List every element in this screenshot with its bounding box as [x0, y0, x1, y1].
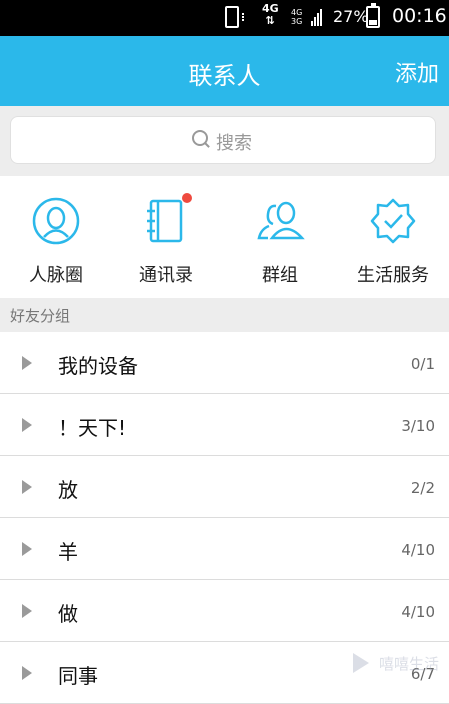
- list-item[interactable]: 我的设备 0/1: [0, 332, 449, 394]
- add-button[interactable]: 添加: [395, 56, 439, 88]
- list-item[interactable]: 做 4/10: [0, 580, 449, 642]
- clock: 00:16: [392, 5, 447, 27]
- list-item[interactable]: 放 2/2: [0, 456, 449, 518]
- expand-arrow-icon: [22, 604, 32, 618]
- search-placeholder: 搜索: [216, 133, 252, 154]
- expand-arrow-icon: [22, 542, 32, 556]
- contacts-circle-icon: [32, 197, 80, 245]
- feature-group[interactable]: 群组: [224, 176, 336, 298]
- feature-life-service[interactable]: 生活服务: [337, 176, 449, 298]
- search-input[interactable]: 搜索: [10, 116, 436, 164]
- group-count: 3/10: [401, 417, 435, 435]
- list-item[interactable]: ！天下! 3/10: [0, 394, 449, 456]
- group-count: 0/1: [410, 355, 435, 373]
- network-indicator: 4G ⇅: [262, 3, 279, 27]
- expand-arrow-icon: [22, 418, 32, 432]
- battery-icon: [366, 3, 380, 28]
- expand-arrow-icon: [22, 356, 32, 370]
- signal-strength-icon: 4G 3G: [291, 8, 322, 26]
- group-count: 4/10: [401, 603, 435, 621]
- battery-percent: 27%: [333, 7, 369, 26]
- address-book-icon: [147, 199, 183, 243]
- group-name: 做: [58, 602, 78, 626]
- list-item[interactable]: 羊 4/10: [0, 518, 449, 580]
- watermark-text: 嘻嘻生活: [379, 655, 440, 673]
- status-bar: 4G ⇅ 4G 3G 27% 00:16: [0, 0, 449, 36]
- feature-contacts-circle[interactable]: 人脉圈: [0, 176, 112, 298]
- group-count: 4/10: [401, 541, 435, 559]
- search-area: 搜索: [0, 106, 449, 176]
- feature-address-book[interactable]: 通讯录: [110, 176, 222, 298]
- life-service-icon: [370, 198, 416, 244]
- app-header: 联系人 添加: [0, 36, 449, 106]
- section-title: 好友分组: [10, 307, 71, 325]
- group-name: 羊: [58, 540, 78, 564]
- group-name: ！天下!: [58, 416, 127, 440]
- data-transfer-icon: ⇅: [265, 14, 275, 27]
- group-name: 我的设备: [58, 354, 138, 378]
- notification-badge: [182, 193, 192, 203]
- watermark: 嘻嘻生活: [349, 649, 445, 679]
- feature-label: 群组: [262, 265, 298, 286]
- watermark-logo-icon: [353, 653, 369, 673]
- group-icon: [257, 201, 305, 240]
- feature-label: 人脉圈: [29, 265, 83, 286]
- vibrate-phone-icon: [225, 6, 244, 28]
- feature-label: 生活服务: [357, 265, 429, 286]
- section-header: 好友分组: [0, 298, 449, 332]
- group-name: 放: [58, 478, 78, 502]
- feature-label: 通讯录: [139, 265, 193, 286]
- expand-arrow-icon: [22, 480, 32, 494]
- search-icon: [192, 130, 208, 146]
- expand-arrow-icon: [22, 666, 32, 680]
- group-count: 2/2: [410, 479, 435, 497]
- feature-grid: 人脉圈 通讯录 群组 生活服务: [0, 176, 449, 298]
- page-title: 联系人: [188, 62, 261, 90]
